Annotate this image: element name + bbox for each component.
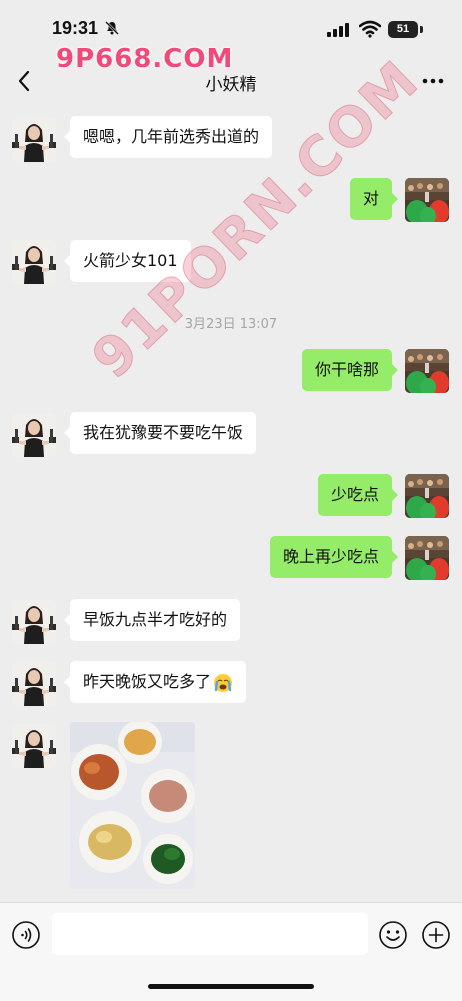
status-time: 19:31: [52, 18, 99, 38]
self-avatar[interactable]: [405, 474, 449, 518]
food-photo[interactable]: [70, 722, 195, 889]
contact-avatar[interactable]: [12, 662, 56, 706]
message-bubble-received[interactable]: 早饭九点半才吃好的: [63, 599, 241, 641]
mute-icon: [105, 21, 119, 35]
status-bar: 19:31 51: [0, 0, 462, 44]
chat-timestamp: 3月23日 13:07: [184, 317, 278, 332]
contact-avatar[interactable]: [12, 240, 56, 284]
contact-avatar[interactable]: [12, 413, 56, 457]
nav-bar: 小妖精: [0, 56, 462, 106]
contact-avatar[interactable]: [12, 118, 56, 162]
signal-icon: [327, 23, 349, 37]
battery-indicator: 51: [388, 21, 418, 38]
message-bubble-sent[interactable]: 少吃点: [317, 474, 399, 516]
message-bubble-sent[interactable]: 晚上再少吃点: [269, 536, 399, 578]
more-icon[interactable]: [418, 70, 448, 92]
self-avatar[interactable]: [405, 349, 449, 393]
wifi-icon: [359, 20, 381, 38]
message-bubble-sent[interactable]: 对: [349, 178, 399, 220]
home-indicator[interactable]: [148, 984, 314, 989]
self-avatar[interactable]: [405, 536, 449, 580]
message-bubble-received[interactable]: 嗯嗯，几年前选秀出道的: [63, 116, 273, 158]
chat-area[interactable]: 嗯嗯，几年前选秀出道的 对 火箭少女101 3月23日 13:07 你干啥那 我…: [0, 106, 462, 902]
contact-avatar[interactable]: [12, 600, 56, 644]
message-bubble-received[interactable]: 火箭少女101: [64, 240, 191, 282]
message-bubble-received[interactable]: 我在犹豫要不要吃午饭: [63, 412, 257, 454]
voice-icon[interactable]: [11, 920, 41, 950]
contact-avatar[interactable]: [12, 724, 56, 768]
self-avatar[interactable]: [405, 178, 449, 222]
plus-icon[interactable]: [421, 920, 451, 950]
message-bubble-received[interactable]: 昨天晚饭又吃多了: [63, 661, 247, 703]
message-bubble-sent[interactable]: 你干啥那: [301, 349, 399, 391]
message-input[interactable]: [52, 913, 368, 955]
chat-title: 小妖精: [205, 75, 257, 95]
message-text: 昨天晚饭又吃多了: [83, 672, 212, 691]
crying-face-icon: [214, 673, 233, 692]
emoji-icon[interactable]: [378, 920, 408, 950]
battery-tip: [420, 26, 423, 33]
